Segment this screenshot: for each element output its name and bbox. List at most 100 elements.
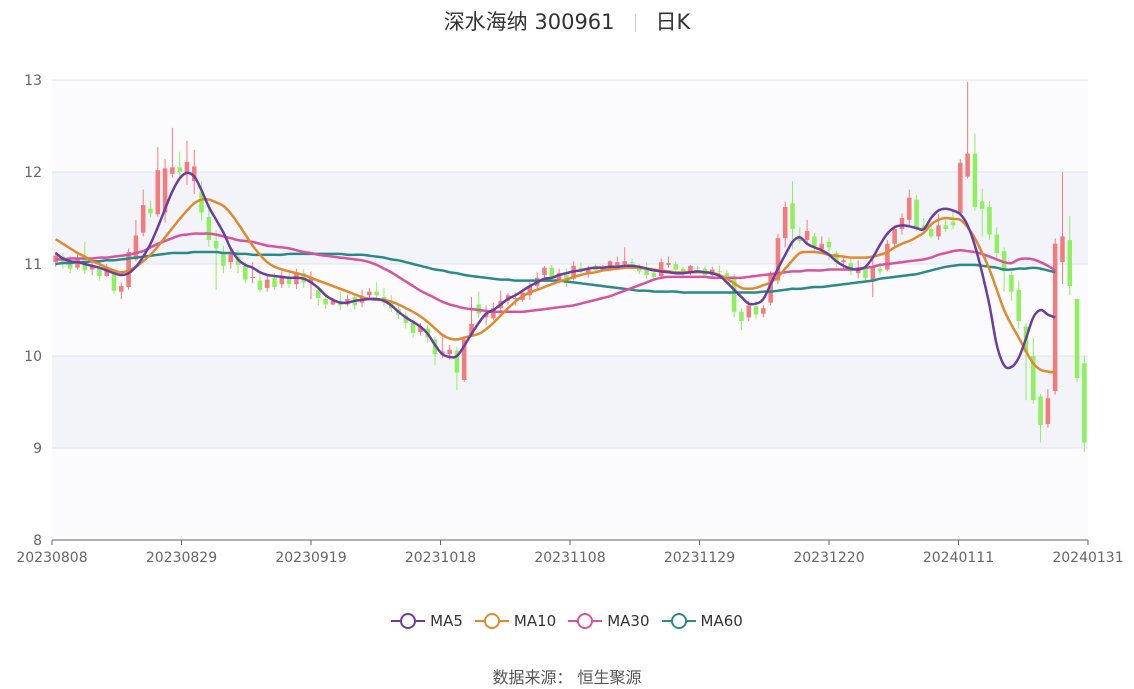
candle-body (155, 170, 161, 215)
candle-body (622, 261, 627, 264)
x-tick-label: 20231129 (664, 550, 735, 566)
candle-body (272, 277, 277, 287)
candle-body (1038, 396, 1043, 425)
candle-body (367, 291, 372, 296)
x-tick-label: 20231018 (405, 550, 476, 566)
candle-body (717, 271, 722, 273)
candle-body (651, 273, 657, 277)
x-tick-label: 20230808 (16, 550, 87, 566)
x-tick-label: 20231220 (793, 550, 864, 566)
candle-body (1067, 240, 1073, 287)
candle-body (374, 291, 379, 296)
x-tick-label: 20230829 (146, 550, 217, 566)
candle-body (1009, 275, 1014, 292)
candle-body (447, 349, 452, 355)
candle-body (250, 276, 255, 278)
candle-body (994, 234, 1000, 253)
x-tick-label: 20230919 (275, 550, 346, 566)
candle-body (206, 217, 212, 241)
candle-body (972, 153, 978, 207)
y-tick-label: 12 (24, 165, 42, 181)
source-label: 数据来源： (492, 668, 573, 687)
candle-body (133, 235, 139, 260)
candle-body (782, 206, 788, 239)
grid-band (52, 80, 1088, 172)
candle-body (140, 205, 146, 233)
candle-body (885, 243, 890, 270)
source-value: 恒生聚源 (577, 668, 642, 687)
candle-body (695, 267, 700, 269)
candle-body (958, 162, 963, 214)
candle-body (111, 273, 117, 291)
x-tick-label: 20240111 (923, 550, 994, 566)
legend-label: MA60 (700, 612, 743, 630)
legend-marker-icon (474, 613, 509, 629)
candle-body (1074, 298, 1080, 379)
candle-body (97, 268, 102, 276)
candle-body (863, 268, 868, 278)
legend-item-ma30[interactable]: MA30 (568, 612, 650, 630)
candle-body (965, 153, 970, 177)
candle-body (739, 311, 744, 322)
candle-body (936, 225, 941, 237)
grid-band (52, 448, 1088, 540)
x-tick-label: 20231108 (534, 550, 605, 566)
candle-body (753, 306, 759, 315)
candle-body (804, 230, 810, 241)
candle-body (148, 208, 153, 214)
legend-label: MA10 (513, 612, 557, 630)
legend-item-ma60[interactable]: MA60 (661, 612, 743, 630)
candle-body (1082, 363, 1087, 443)
kline-chart: 8 9 10 11 12 13 20230808 20230829 20230919 202310… (16, 73, 1123, 566)
candle-body (323, 298, 328, 305)
x-tick-label: 20240131 (1052, 550, 1123, 566)
candle-body (761, 308, 766, 314)
y-tick-label: 11 (24, 257, 42, 273)
candle-body (906, 197, 912, 220)
candle-body (243, 265, 248, 280)
candle-body (666, 263, 671, 265)
legend-marker-icon (391, 613, 426, 629)
candle-body (826, 241, 832, 248)
legend-item-ma10[interactable]: MA10 (474, 612, 557, 630)
candle-body (877, 268, 883, 272)
candle-body (950, 221, 956, 226)
y-tick-label: 8 (33, 533, 42, 549)
legend-marker-icon (661, 613, 696, 629)
candle-body (119, 286, 124, 292)
candle-body (1045, 398, 1051, 425)
candle-body (790, 203, 795, 230)
y-tick-label: 10 (24, 349, 42, 365)
candle-body (1060, 236, 1065, 263)
candle-body (928, 229, 934, 237)
candle-body (979, 201, 985, 209)
data-source: 数据来源： 恒生聚源 (0, 664, 1134, 688)
candle-body (943, 225, 948, 230)
candle-body (987, 206, 992, 235)
candle-body (264, 279, 270, 288)
legend: MA5 MA10 MA30 MA60 (0, 612, 1134, 633)
candle-body (542, 267, 547, 276)
candle-body (257, 280, 263, 290)
candle-body (724, 273, 730, 276)
grid (52, 79, 1088, 541)
candle-body (892, 229, 897, 244)
candle-body (841, 260, 846, 263)
candle-body (170, 167, 175, 174)
candle-body (177, 167, 182, 172)
candle-body (899, 218, 905, 230)
legend-marker-icon (568, 613, 603, 629)
candle-body (629, 262, 635, 264)
legend-label: MA30 (607, 612, 650, 630)
y-tick-label: 13 (24, 73, 42, 89)
candle-body (213, 241, 219, 249)
candle-body (746, 305, 752, 318)
candle-body (410, 322, 416, 333)
grid-band (52, 356, 1088, 448)
legend-label: MA5 (430, 612, 463, 630)
y-tick-label: 9 (33, 441, 42, 457)
legend-item-ma5[interactable]: MA5 (391, 612, 463, 630)
candle-body (673, 264, 679, 270)
candle-body (914, 199, 919, 228)
candle-body (812, 236, 817, 247)
